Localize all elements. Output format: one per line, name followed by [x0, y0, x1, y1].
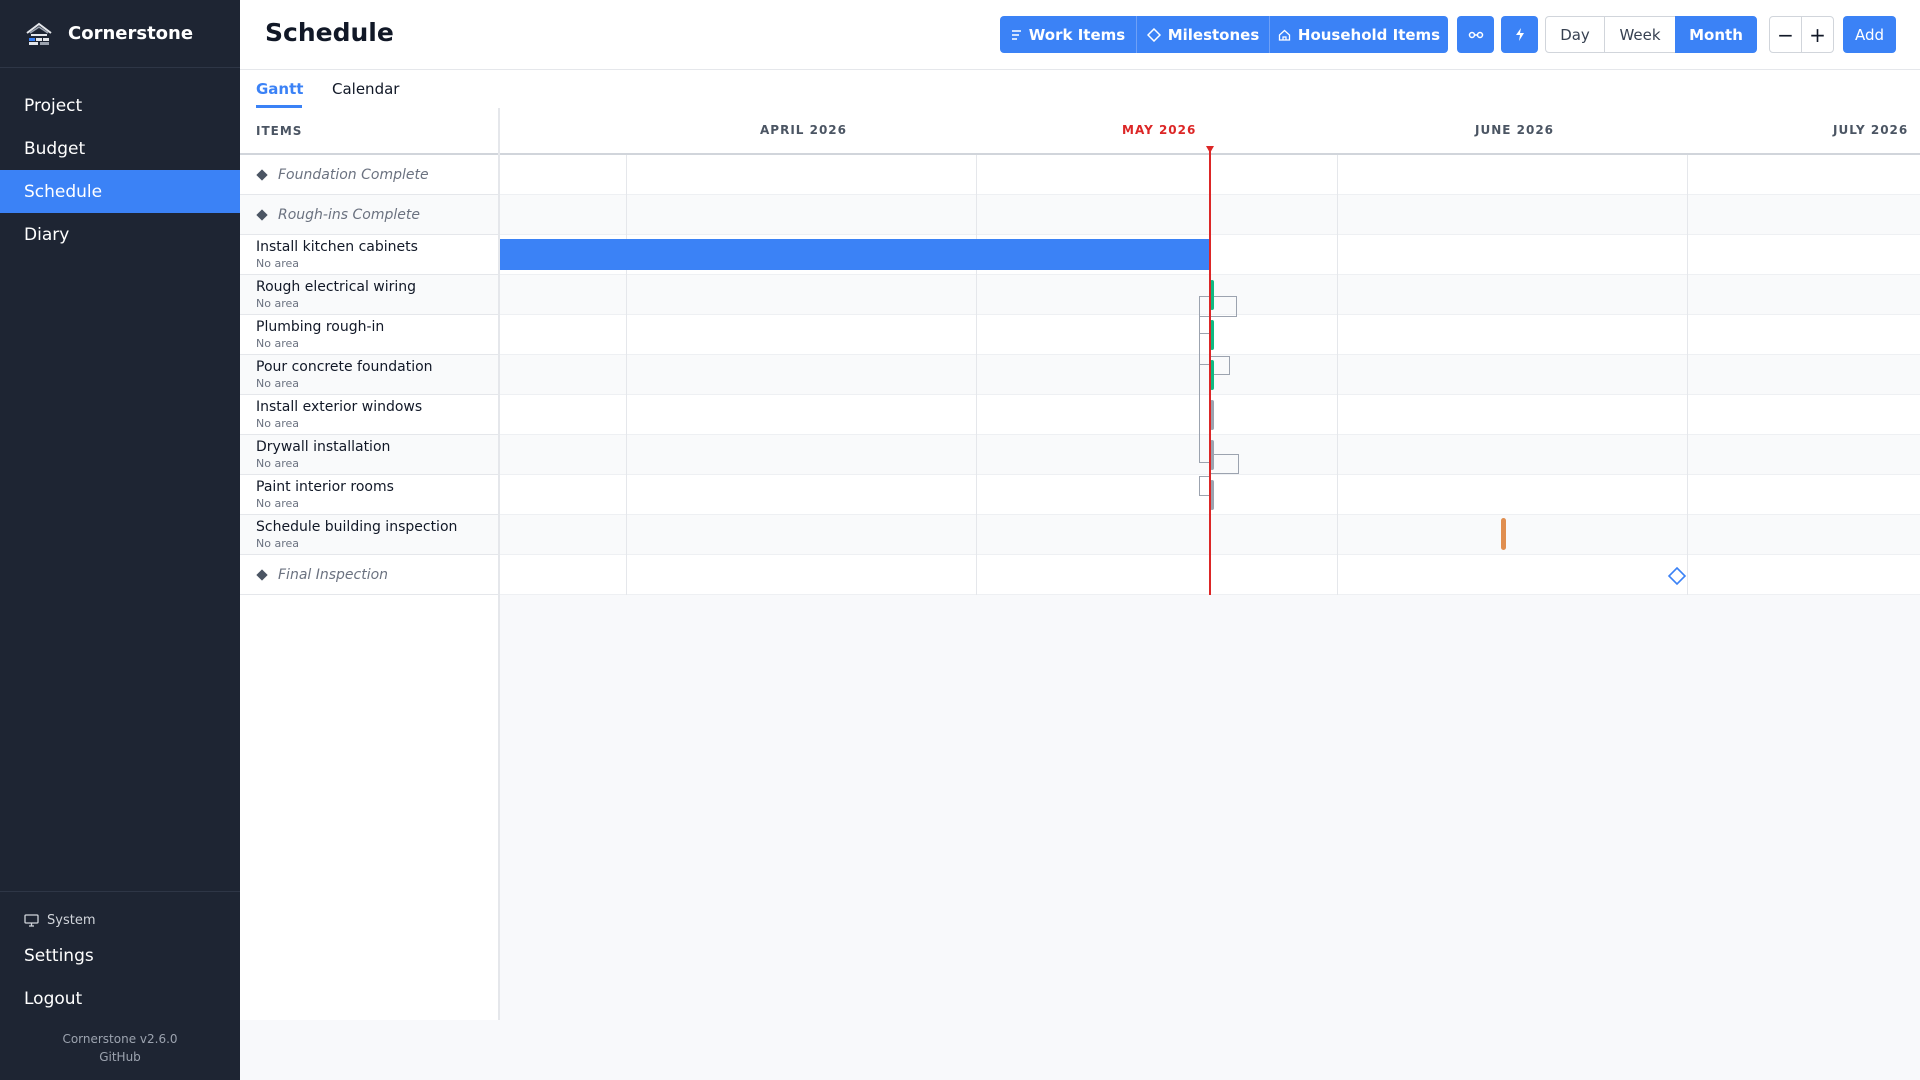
view-week-button[interactable]: Week — [1604, 16, 1676, 53]
month-label-may: MAY 2026 — [1122, 123, 1197, 137]
page-title: Schedule — [265, 18, 394, 47]
work-items-label: Work Items — [1028, 25, 1126, 44]
work-item-area: No area — [256, 417, 299, 430]
milestone-label: Rough-ins Complete — [278, 206, 420, 223]
view-day-button[interactable]: Day — [1545, 16, 1605, 53]
page-header: Schedule Work Items Milestones Household… — [240, 0, 1920, 70]
work-item-area: No area — [256, 457, 299, 470]
items-column-header: ITEMS — [240, 108, 498, 155]
sidebar-item-schedule[interactable]: Schedule — [0, 170, 240, 213]
work-item-area: No area — [256, 537, 299, 550]
gantt-bar-schedule-building-inspection[interactable] — [1501, 518, 1506, 550]
view-month-button[interactable]: Month — [1675, 16, 1757, 53]
milestone-diamond-icon — [256, 168, 268, 181]
month-gridline — [976, 108, 977, 595]
version-text: Cornerstone v2.6.0 — [62, 1032, 178, 1046]
milestones-label: Milestones — [1167, 25, 1260, 44]
today-marker-icon — [1206, 146, 1214, 153]
work-item-title: Install kitchen cabinets — [256, 239, 418, 255]
work-item-row[interactable]: Install exterior windows No area — [240, 395, 498, 435]
milestone-diamond-icon — [256, 568, 268, 581]
milestone-diamond-icon — [256, 208, 268, 221]
lightning-icon — [1515, 28, 1524, 41]
sidebar: Cornerstone Project Budget Schedule Diar… — [0, 0, 240, 1080]
work-item-area: No area — [256, 497, 299, 510]
work-item-area: No area — [256, 297, 299, 310]
work-item-title: Paint interior rooms — [256, 479, 394, 495]
work-item-area: No area — [256, 377, 299, 390]
work-item-row[interactable]: Rough electrical wiring No area — [240, 275, 498, 315]
sidebar-item-project[interactable]: Project — [0, 84, 240, 127]
work-item-title: Rough electrical wiring — [256, 279, 417, 295]
logout-link[interactable]: Logout — [0, 977, 240, 1020]
main-nav: Project Budget Schedule Diary — [0, 84, 240, 256]
month-gridline — [1687, 108, 1688, 595]
cornerstone-logo-icon — [26, 22, 52, 45]
work-item-title: Install exterior windows — [256, 399, 423, 415]
diamond-icon — [1146, 27, 1161, 42]
github-link[interactable]: GitHub — [0, 1048, 240, 1066]
zoom-in-button[interactable]: + — [1801, 16, 1834, 53]
work-item-area: No area — [256, 337, 299, 350]
month-label-june: JUNE 2026 — [1475, 123, 1555, 137]
milestone-marker-final-inspection[interactable] — [1667, 566, 1687, 586]
dependency-connector — [1210, 454, 1239, 474]
month-label-july: JULY 2026 — [1833, 123, 1909, 137]
filter-work-items-button[interactable]: Work Items — [1000, 16, 1136, 53]
add-button[interactable]: Add — [1843, 16, 1896, 53]
milestone-row[interactable]: Final Inspection — [240, 555, 498, 595]
work-item-row[interactable]: Drywall installation No area — [240, 435, 498, 475]
month-label-april: APRIL 2026 — [760, 123, 848, 137]
work-item-row[interactable]: Schedule building inspection No area — [240, 515, 498, 555]
dependencies-toggle-button[interactable] — [1457, 16, 1494, 53]
version-info: Cornerstone v2.6.0 GitHub — [0, 1030, 240, 1066]
link-icon — [1468, 31, 1483, 38]
gantt-bar-install-kitchen-cabinets[interactable] — [500, 239, 1210, 270]
monitor-icon — [24, 913, 39, 927]
gantt-items-panel: ITEMS Foundation Complete Rough-ins Comp… — [240, 108, 500, 1020]
zoom-out-button[interactable]: − — [1769, 16, 1802, 53]
brand-name: Cornerstone — [68, 23, 194, 44]
work-item-title: Schedule building inspection — [256, 519, 458, 535]
critical-path-toggle-button[interactable] — [1501, 16, 1538, 53]
month-gridline — [1337, 108, 1338, 595]
sidebar-item-diary[interactable]: Diary — [0, 213, 240, 256]
household-items-label: Household Items — [1297, 25, 1441, 44]
today-line — [1209, 148, 1211, 595]
milestone-row[interactable]: Foundation Complete — [240, 155, 498, 195]
work-item-row[interactable]: Paint interior rooms No area — [240, 475, 498, 515]
work-item-row[interactable]: Install kitchen cabinets No area — [240, 235, 498, 275]
home-icon — [1278, 29, 1291, 41]
work-item-title: Drywall installation — [256, 439, 391, 455]
work-item-title: Pour concrete foundation — [256, 359, 433, 375]
milestone-row[interactable]: Rough-ins Complete — [240, 195, 498, 235]
tab-gantt[interactable]: Gantt — [256, 80, 303, 98]
sidebar-item-budget[interactable]: Budget — [0, 127, 240, 170]
work-item-row[interactable]: Pour concrete foundation No area — [240, 355, 498, 395]
milestone-label: Foundation Complete — [278, 166, 429, 183]
filter-household-items-button[interactable]: Household Items — [1270, 16, 1448, 53]
list-icon — [1011, 29, 1021, 40]
theme-system-toggle[interactable]: System — [0, 906, 240, 934]
work-item-title: Plumbing rough-in — [256, 319, 385, 335]
filter-milestones-button[interactable]: Milestones — [1137, 16, 1269, 53]
view-tabs: Gantt Calendar — [240, 70, 1920, 108]
sidebar-footer: System Settings Logout Cornerstone v2.6.… — [0, 891, 240, 1080]
month-gridline — [626, 108, 627, 595]
milestone-label: Final Inspection — [278, 566, 389, 583]
settings-link[interactable]: Settings — [0, 934, 240, 977]
system-label: System — [47, 912, 96, 928]
tab-calendar[interactable]: Calendar — [332, 80, 399, 98]
brand[interactable]: Cornerstone — [0, 0, 240, 68]
work-item-row[interactable]: Plumbing rough-in No area — [240, 315, 498, 355]
gantt-timeline: APRIL 2026 MAY 2026 JUNE 2026 JULY 2026 — [500, 108, 1920, 595]
work-item-area: No area — [256, 257, 299, 270]
